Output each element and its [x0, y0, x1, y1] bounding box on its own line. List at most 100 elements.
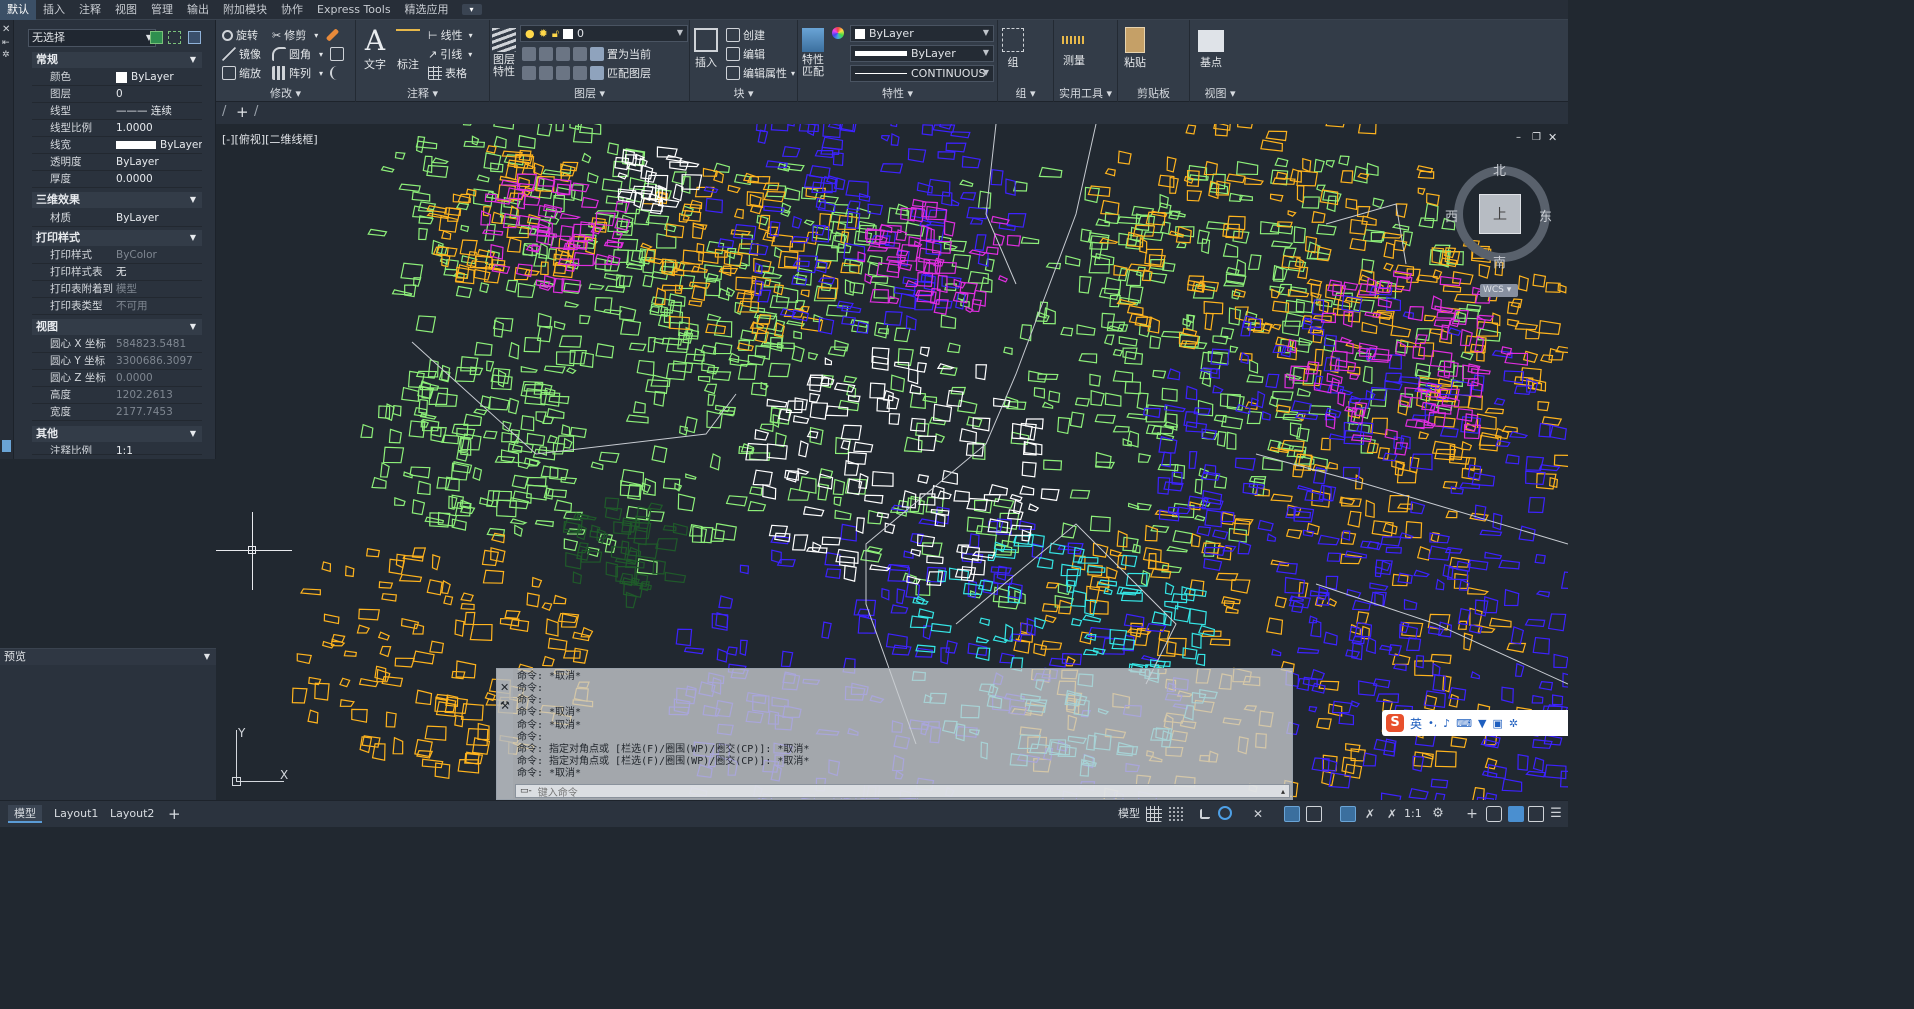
- preview-header[interactable]: 预览 ▼: [0, 649, 216, 665]
- keyboard-icon[interactable]: ⌨: [1456, 717, 1472, 730]
- settings-icon[interactable]: ✲: [1509, 717, 1518, 730]
- insert-button[interactable]: 插入: [694, 26, 718, 70]
- match-properties-button[interactable]: 特性 匹配: [802, 26, 824, 78]
- prop-row-plot-style[interactable]: 打印样式 ByColor: [32, 247, 202, 264]
- dimension-button[interactable]: 标注: [396, 26, 420, 72]
- match-layer-label[interactable]: 匹配图层: [607, 65, 651, 81]
- panel-view-label[interactable]: 视图 ▾: [1190, 86, 1250, 102]
- close-command-icon[interactable]: ✕: [500, 681, 509, 694]
- polar-tracking-icon[interactable]: [1218, 806, 1232, 820]
- prop-row-layer[interactable]: 图层 0: [32, 86, 202, 103]
- section-view-header[interactable]: 视图 ▼: [32, 319, 202, 335]
- hardware-acceleration-icon[interactable]: [1486, 806, 1502, 822]
- panel-utilities-label[interactable]: 实用工具 ▾: [1054, 86, 1117, 102]
- mirror-button[interactable]: 镜像: [222, 45, 261, 63]
- paste-button[interactable]: 粘贴: [1124, 26, 1146, 70]
- panel-groups-label[interactable]: 组 ▾: [998, 86, 1053, 102]
- panel-properties-label[interactable]: 特性 ▾: [798, 86, 997, 102]
- skin-icon[interactable]: ▼: [1478, 717, 1486, 730]
- fillet-button[interactable]: 圆角 ▾: [272, 45, 323, 63]
- tab-insert[interactable]: 插入: [36, 0, 72, 20]
- prop-row-height[interactable]: 高度 1202.2613: [32, 387, 202, 404]
- edit-attributes-button[interactable]: 编辑属性 ▾: [726, 64, 795, 82]
- customization-menu-icon[interactable]: ☰: [1548, 806, 1564, 822]
- settings-icon[interactable]: ✲: [2, 50, 10, 60]
- selection-dropdown[interactable]: 无选择 ▼: [28, 29, 156, 47]
- trim-button[interactable]: ✂ 修剪 ▾: [272, 26, 318, 44]
- section-3d-header[interactable]: 三维效果 ▼: [32, 192, 202, 208]
- isolate-objects-icon[interactable]: [1508, 806, 1524, 822]
- tab-view[interactable]: 视图: [108, 0, 144, 20]
- compass-east[interactable]: 东: [1539, 206, 1552, 225]
- group-button[interactable]: 组: [1002, 26, 1024, 70]
- tab-default[interactable]: 默认: [0, 0, 36, 20]
- tab-annotate[interactable]: 注释: [72, 0, 108, 20]
- command-window[interactable]: ✕ ⚒ 命令: *取消* 命令: 命令: 命令: *取消* 命令: *取消* 命…: [496, 668, 1293, 800]
- ime-toolbar[interactable]: S 英 •, ♪ ⌨ ▼ ▣ ✲: [1382, 710, 1568, 736]
- gear-icon[interactable]: ⚙: [1430, 806, 1446, 822]
- text-button[interactable]: A 文字: [364, 26, 386, 72]
- prop-row-transparency[interactable]: 透明度 ByLayer: [32, 154, 202, 171]
- prop-row-center-y[interactable]: 圆心 Y 坐标 3300686.3097: [32, 353, 202, 370]
- prop-row-linetype-scale[interactable]: 线型比例 1.0000: [32, 120, 202, 137]
- offset-button[interactable]: [330, 64, 347, 82]
- leader-button[interactable]: ↗ 引线 ▾: [428, 45, 472, 63]
- linetype-dropdown[interactable]: CONTINUOUS ▼: [850, 65, 994, 82]
- panel-layers-label[interactable]: 图层 ▾: [490, 86, 689, 102]
- table-button[interactable]: 表格: [428, 64, 467, 82]
- panel-block-label[interactable]: 块 ▾: [690, 86, 797, 102]
- color-dropdown[interactable]: ByLayer ▼: [850, 25, 994, 42]
- rotate-button[interactable]: 旋转: [222, 26, 258, 44]
- lineweight-dropdown[interactable]: ByLayer ▼: [850, 45, 994, 62]
- chevron-down-icon[interactable]: ▼: [204, 649, 210, 665]
- add-layout-button[interactable]: +: [162, 805, 187, 823]
- panel-annotation-label[interactable]: 注释 ▾: [356, 86, 489, 102]
- chevron-up-icon[interactable]: ▴: [1281, 787, 1285, 796]
- compass-south[interactable]: 南: [1493, 252, 1506, 271]
- erase-button[interactable]: [325, 26, 340, 44]
- tab-collaborate[interactable]: 协作: [274, 0, 310, 20]
- toggle-pickadd-icon[interactable]: [150, 31, 163, 44]
- viewcube-top-face[interactable]: 上: [1479, 194, 1521, 234]
- layer-tool-icon[interactable]: [539, 66, 553, 80]
- tab-addins[interactable]: 附加模块: [216, 0, 274, 20]
- auto-scale-icon[interactable]: ✗: [1362, 806, 1378, 822]
- prop-row-annotation-scale[interactable]: 注释比例 1:1: [32, 443, 202, 455]
- snap-icon[interactable]: [1168, 806, 1184, 822]
- tab-model[interactable]: 模型: [8, 805, 42, 823]
- linear-button[interactable]: ⊢ 线性 ▾: [428, 26, 473, 44]
- prop-row-plot-attached[interactable]: 打印表附着到 模型: [32, 281, 202, 298]
- model-space-button[interactable]: 模型: [1112, 805, 1146, 823]
- prop-row-color[interactable]: 颜色 ByLayer: [32, 69, 202, 86]
- section-misc-header[interactable]: 其他 ▼: [32, 426, 202, 442]
- new-tab-button[interactable]: +: [236, 103, 249, 121]
- scale-button[interactable]: 缩放: [222, 64, 261, 82]
- prop-row-center-z[interactable]: 圆心 Z 坐标 0.0000: [32, 370, 202, 387]
- ribbon-toggle-icon[interactable]: ▾: [461, 4, 482, 15]
- section-general-header[interactable]: 常规 ▼: [32, 52, 202, 68]
- panel-clipboard-label[interactable]: 剪贴板: [1118, 86, 1189, 102]
- select-objects-icon[interactable]: [168, 31, 181, 44]
- copy-button[interactable]: [330, 45, 347, 63]
- layer-tool-icon[interactable]: [556, 66, 570, 80]
- clean-screen-icon[interactable]: [1528, 806, 1544, 822]
- plus-icon[interactable]: +: [1464, 806, 1480, 822]
- command-input[interactable]: ▭- 键入命令 ▴: [515, 784, 1290, 799]
- quick-select-icon[interactable]: [188, 31, 201, 44]
- layer-properties-button[interactable]: 图层 特性: [492, 26, 516, 78]
- prop-row-thickness[interactable]: 厚度 0.0000: [32, 171, 202, 188]
- object-snap-icon[interactable]: [1306, 806, 1322, 822]
- base-point-button[interactable]: 基点: [1198, 26, 1224, 70]
- color-wheel-icon[interactable]: [832, 27, 844, 39]
- prop-row-lineweight[interactable]: 线宽 ByLayer: [32, 137, 202, 154]
- prop-row-center-x[interactable]: 圆心 X 坐标 584823.5481: [32, 336, 202, 353]
- layer-tool-icon[interactable]: [573, 47, 587, 61]
- set-current-label[interactable]: 置为当前: [607, 46, 651, 62]
- tab-manage[interactable]: 管理: [144, 0, 180, 20]
- customize-icon[interactable]: ⚒: [500, 699, 510, 712]
- wcs-menu[interactable]: WCS ▾: [1480, 284, 1518, 297]
- layer-tool-icon[interactable]: [522, 66, 536, 80]
- array-button[interactable]: 阵列 ▾: [272, 64, 323, 82]
- create-block-button[interactable]: 创建: [726, 26, 765, 44]
- isodraft-icon[interactable]: ✕: [1250, 806, 1266, 822]
